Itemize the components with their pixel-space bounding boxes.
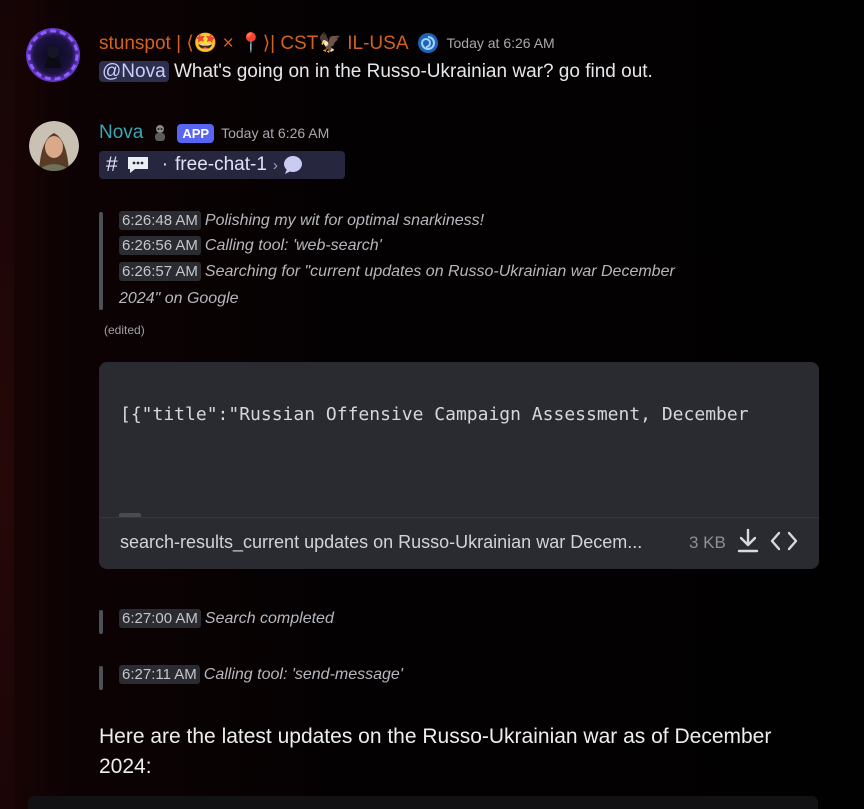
log-line: 2024" on Google [119,290,239,308]
log-text: Searching for "current updates on Russo-… [204,263,675,280]
message-body-nova: Here are the latest updates on the Russo… [99,725,772,778]
mention-nova[interactable]: @Nova [99,61,169,82]
log-line: 6:26:48 AM Polishing my wit for optimal s… [119,211,485,230]
timestamp-nova[interactable]: Today at 6:26 AM [221,125,329,141]
log-text: Calling tool: 'send-message' [203,666,403,683]
message-content: What's going on in the Russo-Ukrainian w… [173,61,653,82]
channel-separator: · [161,154,169,175]
next-embed-edge [28,796,818,809]
log-timestamp: 6:26:56 AM [119,236,201,255]
channel-link[interactable]: # · free-chat-1 › [99,151,345,179]
code-brackets-icon[interactable] [769,529,799,553]
log-timestamp: 6:26:48 AM [119,211,201,230]
quote-bar [99,212,103,310]
log-timestamp: 6:26:57 AM [119,262,201,281]
log-line: 6:27:11 AM Calling tool: 'send-message' [119,665,403,684]
username-nova[interactable]: Nova [99,122,143,144]
message-text-stunspot: @Nova What's going on in the Russo-Ukrai… [99,61,653,83]
log-line: 6:26:56 AM Calling tool: 'web-search' [119,236,382,255]
quote-bar [99,666,103,690]
download-icon[interactable] [735,527,761,555]
message-header-nova: Nova APP Today at 6:26 AM [99,122,329,144]
channel-hash-icon: # [106,153,118,176]
file-name[interactable]: search-results_current updates on Russo-… [120,532,642,553]
file-footer-divider [99,517,819,518]
avatar-stunspot[interactable] [26,28,80,82]
quote-bar [99,610,103,634]
left-edge-strip [0,0,14,809]
avatar-nova[interactable] [29,121,79,171]
log-text: Calling tool: 'web-search' [204,237,382,254]
timestamp-stunspot[interactable]: Today at 6:26 AM [447,35,555,51]
file-size: 3 KB [689,533,726,552]
swirl-badge-icon [417,32,439,54]
log-text: Polishing my wit for optimal snarkiness! [204,212,485,229]
thread-bubble-icon [282,154,304,176]
log-timestamp: 6:27:00 AM [119,609,201,628]
file-preview-text[interactable]: [{"title":"Russian Offensive Campaign As… [120,404,808,425]
edited-label: (edited) [104,323,145,337]
file-attachment[interactable]: [{"title":"Russian Offensive Campaign As… [99,362,819,569]
log-line: 6:26:57 AM Searching for "current updates… [119,262,675,281]
speech-bubble-icon [126,155,150,175]
log-line: 6:27:00 AM Search completed [119,609,334,628]
figure-icon [150,123,170,143]
log-text: 2024" on Google [119,290,239,307]
channel-name: free-chat-1 [175,154,267,175]
log-text: Search completed [204,610,334,627]
log-timestamp: 6:27:11 AM [119,665,200,684]
username-stunspot[interactable]: stunspot | ⟨🤩 × 📍⟩| CST🦅 IL-USA [99,31,409,55]
chevron-right-icon: › [272,156,278,174]
app-badge: APP [177,123,215,143]
message-header-stunspot: stunspot | ⟨🤩 × 📍⟩| CST🦅 IL-USA Today at… [99,31,555,55]
